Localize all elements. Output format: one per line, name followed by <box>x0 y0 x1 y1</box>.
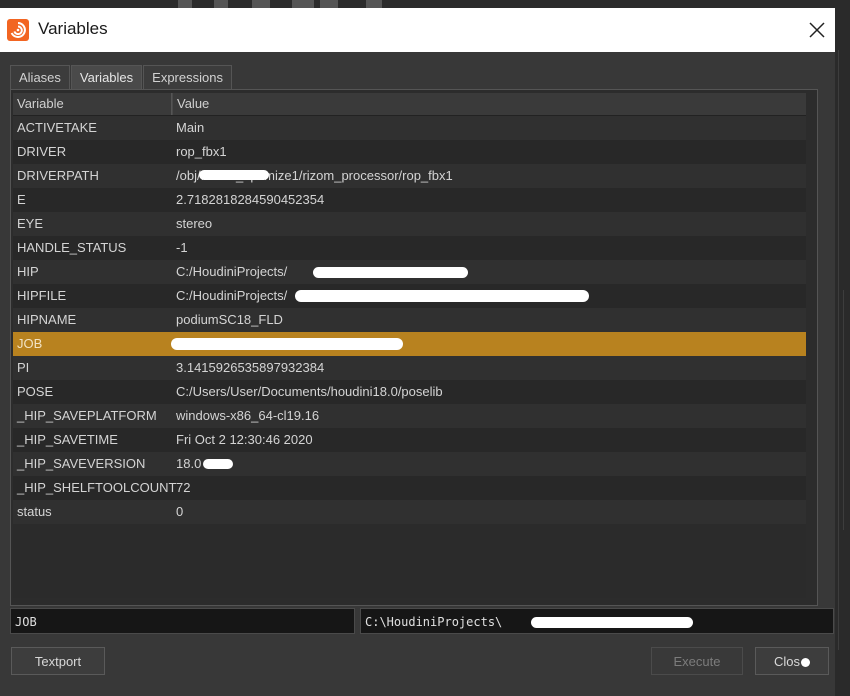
variable-value: C:/HoudiniProjects/ <box>176 264 288 279</box>
variable-value: 2.7182818284590452354 <box>176 192 325 207</box>
mouse-cursor-indicator <box>801 658 810 668</box>
redaction-mark <box>531 617 693 628</box>
table-row[interactable]: _HIP_SAVEVERSION 18.0 <box>13 452 813 476</box>
variable-value: 72 <box>176 480 191 495</box>
table-row[interactable]: EYE stereo <box>13 212 813 236</box>
table-row[interactable]: _HIP_SAVEPLATFORM windows-x86_64-cl19.16 <box>13 404 813 428</box>
redaction-mark <box>313 267 468 278</box>
variable-value: C:/Users/User/Documents/houdini18.0/pose… <box>176 384 443 399</box>
title-bar[interactable]: Variables <box>0 8 835 52</box>
redaction-mark <box>199 170 269 180</box>
variable-name: HIP <box>17 264 39 279</box>
variables-panel: Variable Value ACTIVETAKE Main DRIVER rop_… <box>10 89 818 606</box>
table-row[interactable]: PI 3.1415926535897932384 <box>13 356 813 380</box>
variable-value: windows-x86_64-cl19.16 <box>176 408 320 423</box>
textport-button[interactable]: Textport <box>11 647 105 675</box>
houdini-logo-icon <box>7 19 29 41</box>
variable-name: _HIP_SAVEVERSION <box>17 456 146 471</box>
variable-name: HIPFILE <box>17 288 67 303</box>
close-button[interactable]: Clos <box>755 647 829 675</box>
close-icon[interactable] <box>808 21 826 39</box>
table-row[interactable]: POSE C:/Users/User/Documents/houdini18.0/… <box>13 380 813 404</box>
variable-value: Fri Oct 2 12:30:46 2020 <box>176 432 313 447</box>
table-body: ACTIVETAKE Main DRIVER rop_fbx1 DRIVERPATH… <box>13 116 813 524</box>
table-row[interactable]: ACTIVETAKE Main <box>13 116 813 140</box>
variable-value: 18.0 <box>176 456 202 471</box>
variable-value: rop_fbx1 <box>176 144 227 159</box>
variable-name: HANDLE_STATUS <box>17 240 127 255</box>
variable-value-field[interactable]: C:\HoudiniProjects\ <box>360 608 834 634</box>
tab-expressions[interactable]: Expressions <box>143 65 232 89</box>
table-row[interactable]: HIPFILE C:/HoudiniProjects/ <box>13 284 813 308</box>
variable-name: _HIP_SAVEPLATFORM <box>17 408 157 423</box>
variable-value: stereo <box>176 216 213 231</box>
variable-name: PI <box>17 360 30 375</box>
variable-name: HIPNAME <box>17 312 77 327</box>
variable-value: 0 <box>176 504 184 519</box>
variable-name: DRIVERPATH <box>17 168 99 183</box>
variables-table: Variable Value ACTIVETAKE Main DRIVER rop_… <box>13 93 813 598</box>
variables-dialog: Variables Aliases Variables Expressions … <box>0 8 835 696</box>
table-row[interactable]: DRIVERPATH/obj/...muv_optimize1/rizom_pr… <box>13 164 813 188</box>
variable-name: _HIP_SAVETIME <box>17 432 118 447</box>
table-row[interactable]: _HIP_SAVETIME Fri Oct 2 12:30:46 2020 <box>13 428 813 452</box>
redaction-mark <box>295 290 589 302</box>
table-row[interactable]: _HIP_SHELFTOOLCOUNT 72 <box>13 476 813 500</box>
table-row[interactable]: HIPNAME podiumSC18_FLD <box>13 308 813 332</box>
variable-value-text: C:\HoudiniProjects\ <box>365 615 503 629</box>
variable-value: -1 <box>176 240 188 255</box>
variable-name: ACTIVETAKE <box>17 120 97 135</box>
table-row[interactable]: E 2.7182818284590452354 <box>13 188 813 212</box>
table-scrollbar[interactable] <box>806 91 816 604</box>
variable-value: 3.1415926535897932384 <box>176 360 325 375</box>
table-row[interactable]: HANDLE_STATUS -1 <box>13 236 813 260</box>
redaction-mark <box>171 338 403 350</box>
redaction-mark <box>203 459 233 469</box>
window-title: Variables <box>38 19 108 38</box>
table-row[interactable]: DRIVER rop_fbx1 <box>13 140 813 164</box>
tab-bar: Aliases Variables Expressions <box>10 65 233 89</box>
variable-name: EYE <box>17 216 44 231</box>
variable-name: DRIVER <box>17 144 67 159</box>
close-button-label: Clos <box>773 654 800 669</box>
variable-value: podiumSC18_FLD <box>176 312 283 327</box>
variable-value: C:/HoudiniProjects/ <box>176 288 288 303</box>
variable-name-field[interactable]: JOB <box>10 608 355 634</box>
variable-name: JOB <box>17 336 43 351</box>
column-header-value[interactable]: Value <box>172 93 813 115</box>
tab-aliases[interactable]: Aliases <box>10 65 70 89</box>
table-row-selected[interactable]: JOB <box>13 332 813 356</box>
variable-name: E <box>17 192 26 207</box>
tab-variables[interactable]: Variables <box>70 65 143 89</box>
execute-button[interactable]: Execute <box>651 647 743 675</box>
table-row[interactable]: status 0 <box>13 500 813 524</box>
background-viewport-edge <box>835 10 850 696</box>
variable-name: _HIP_SHELFTOOLCOUNT <box>17 480 177 495</box>
variable-name: status <box>17 504 52 519</box>
variable-value: Main <box>176 120 205 135</box>
variable-name: POSE <box>17 384 54 399</box>
table-row[interactable]: HIP C:/HoudiniProjects/ <box>13 260 813 284</box>
table-header: Variable Value <box>13 93 813 116</box>
column-header-variable[interactable]: Variable <box>13 93 172 115</box>
